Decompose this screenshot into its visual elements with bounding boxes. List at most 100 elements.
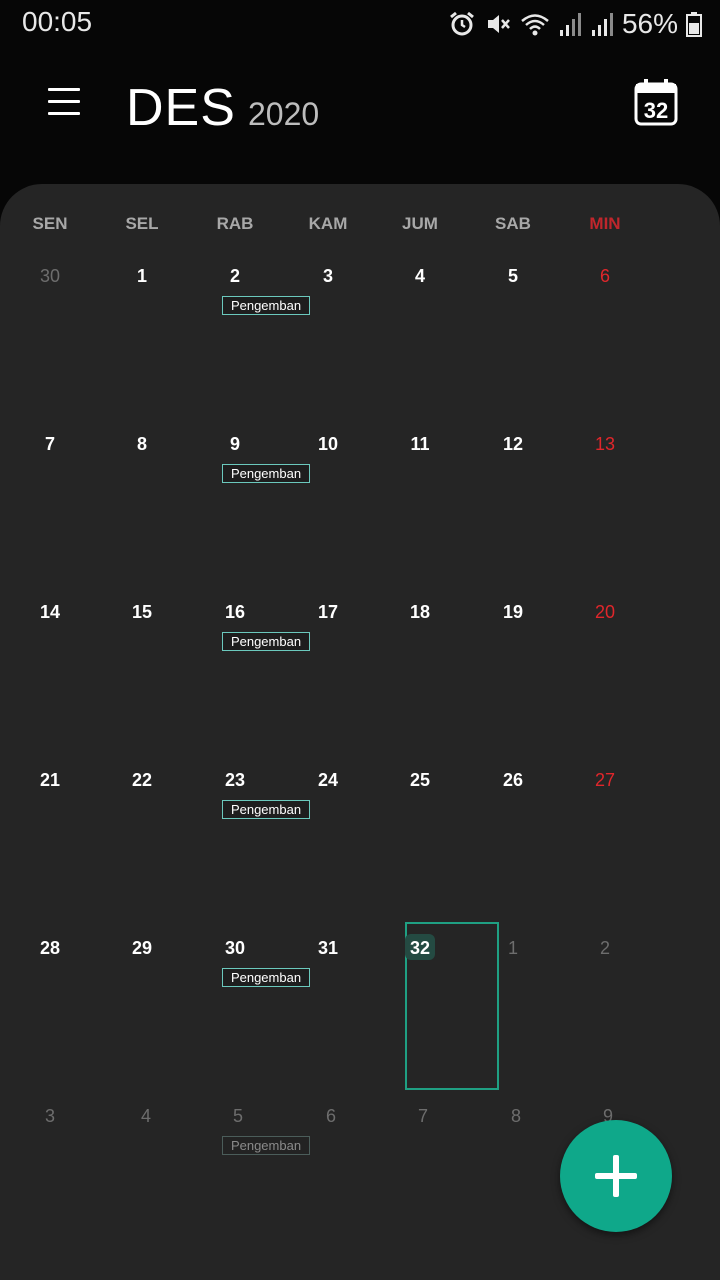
day-cell[interactable]: 24 — [282, 762, 374, 930]
day-cell[interactable]: 2 — [559, 930, 651, 1098]
event-chip[interactable]: Pengemban — [222, 632, 310, 651]
day-number: 17 — [317, 602, 339, 622]
day-cell[interactable]: 13 — [559, 426, 651, 594]
day-cell[interactable]: 7 — [4, 426, 96, 594]
day-cell[interactable]: 31 — [282, 930, 374, 1098]
event-chip[interactable]: Pengemban — [222, 968, 310, 987]
day-number: 12 — [502, 434, 524, 454]
day-cell[interactable]: 3 — [4, 1098, 96, 1266]
day-number: 14 — [39, 602, 61, 622]
day-cell[interactable]: 3 — [282, 258, 374, 426]
month-title[interactable]: DES — [126, 78, 236, 138]
day-number: 19 — [502, 602, 524, 622]
day-cell[interactable]: 19 — [467, 594, 559, 762]
weekday-fri: JUM — [402, 214, 438, 233]
day-cell[interactable]: 9 — [189, 426, 281, 594]
event-chip[interactable]: Pengemban — [222, 1136, 310, 1155]
day-number: 3 — [322, 266, 333, 286]
app-header: DES 2020 32 — [0, 50, 720, 180]
day-cell[interactable]: 28 — [4, 930, 96, 1098]
day-cell[interactable]: 30 — [189, 930, 281, 1098]
weekday-sun: MIN — [589, 214, 621, 233]
day-number: 10 — [317, 434, 339, 454]
day-number: 25 — [409, 770, 431, 790]
day-number: 2 — [599, 938, 610, 958]
day-cell[interactable]: 29 — [96, 930, 188, 1098]
weekday-header-row: SEN SEL RAB KAM JUM SAB MIN — [0, 214, 720, 238]
day-number: 27 — [594, 770, 616, 790]
day-cell[interactable]: 5 — [467, 258, 559, 426]
day-cell[interactable]: 8 — [470, 1098, 562, 1266]
day-cell[interactable]: 7 — [377, 1098, 469, 1266]
day-number: 11 — [410, 434, 430, 454]
add-event-button[interactable] — [560, 1120, 672, 1232]
day-cell[interactable]: 6 — [285, 1098, 377, 1266]
day-cell[interactable]: 5 — [192, 1098, 284, 1266]
day-cell[interactable]: 16 — [189, 594, 281, 762]
day-cell[interactable]: 30 — [4, 258, 96, 426]
day-cell[interactable]: 25 — [374, 762, 466, 930]
event-chip[interactable]: Pengemban — [222, 296, 310, 315]
day-cell[interactable]: 8 — [96, 426, 188, 594]
day-cell[interactable]: 20 — [559, 594, 651, 762]
calendar-month-view: SEN SEL RAB KAM JUM SAB MIN 30 1 2 3 4 5… — [0, 184, 720, 1280]
day-cell[interactable]: 2 — [189, 258, 281, 426]
status-bar: 00:05 56% — [0, 0, 720, 50]
day-number: 1 — [507, 938, 518, 958]
day-number: 5 — [232, 1106, 243, 1126]
day-number: 15 — [131, 602, 153, 622]
day-number: 7 — [417, 1106, 428, 1126]
weekday-thu: KAM — [308, 214, 348, 233]
day-number: 4 — [414, 266, 425, 286]
day-number: 30 — [224, 938, 246, 958]
day-number: 1 — [136, 266, 147, 286]
day-cell[interactable]: 18 — [374, 594, 466, 762]
day-number: 4 — [140, 1106, 151, 1126]
day-cell[interactable]: 12 — [467, 426, 559, 594]
day-number: 8 — [510, 1106, 521, 1126]
weekday-mon: SEN — [32, 214, 68, 233]
event-chip[interactable]: Pengemban — [222, 464, 310, 483]
day-number: 22 — [131, 770, 153, 790]
wifi-icon — [521, 14, 549, 36]
day-number: 5 — [507, 266, 518, 286]
calendar-today-icon[interactable]: 32 — [630, 76, 682, 130]
day-cell[interactable]: 26 — [467, 762, 559, 930]
weekday-tue: SEL — [125, 214, 159, 233]
day-cell[interactable]: 17 — [282, 594, 374, 762]
day-number: 20 — [594, 602, 616, 622]
day-cell[interactable]: 4 — [100, 1098, 192, 1266]
day-number: 31 — [317, 938, 339, 958]
day-cell[interactable]: 15 — [96, 594, 188, 762]
day-cell[interactable]: 1 — [96, 258, 188, 426]
day-cell[interactable]: 23 — [189, 762, 281, 930]
day-number: 9 — [229, 434, 240, 454]
day-number: 26 — [502, 770, 524, 790]
hamburger-menu-icon[interactable] — [40, 80, 88, 124]
alarm-icon — [450, 11, 474, 36]
signal-icon — [591, 13, 613, 36]
day-number: 3 — [44, 1106, 55, 1126]
event-chip[interactable]: Pengemban — [222, 800, 310, 819]
day-number: 16 — [224, 602, 246, 622]
year-title[interactable]: 2020 — [248, 96, 319, 133]
day-number: 28 — [39, 938, 61, 958]
day-number: 18 — [409, 602, 431, 622]
day-number: 2 — [229, 266, 240, 286]
day-cell[interactable]: 4 — [374, 258, 466, 426]
day-cell[interactable]: 10 — [282, 426, 374, 594]
day-cell[interactable]: 14 — [4, 594, 96, 762]
today-icon-number: 32 — [644, 98, 668, 123]
plus-icon-stroke — [613, 1155, 619, 1197]
day-cell-today[interactable]: 32 — [374, 930, 466, 1098]
weekday-wed: RAB — [216, 214, 254, 233]
day-number: 8 — [136, 434, 147, 454]
day-cell[interactable]: 21 — [4, 762, 96, 930]
signal-icon — [559, 13, 581, 36]
day-cell[interactable]: 22 — [96, 762, 188, 930]
day-cell[interactable]: 1 — [467, 930, 559, 1098]
day-cell[interactable]: 11 — [374, 426, 466, 594]
day-cell[interactable]: 27 — [559, 762, 651, 930]
battery-percent: 56% — [621, 8, 678, 39]
day-cell[interactable]: 6 — [559, 258, 651, 426]
